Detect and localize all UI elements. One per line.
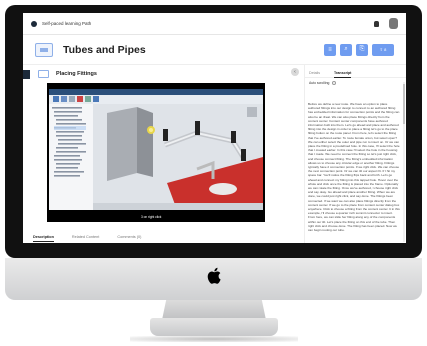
video-lesson-icon <box>38 70 49 78</box>
tab-description[interactable]: Description <box>33 235 54 243</box>
course-icon <box>35 42 53 57</box>
collapse-panel-button[interactable]: ‹ <box>291 68 299 76</box>
side-panel: Details Transcript Auto scrolling Before… <box>304 65 406 243</box>
app-screen: Self-paced learning Path Tubes and Pipes… <box>23 13 406 243</box>
back-icon[interactable] <box>31 20 37 27</box>
autoscroll-label: Auto scrolling <box>309 81 330 85</box>
avatar[interactable] <box>389 18 398 29</box>
video-player[interactable]: 3 on right click <box>47 83 265 222</box>
transcript-text: Before we define a new route. We have an… <box>308 102 400 233</box>
breadcrumb[interactable]: Self-paced learning Path <box>42 21 91 26</box>
tab-related-content[interactable]: Related Content <box>72 235 99 243</box>
top-bar: Self-paced learning Path <box>23 13 406 35</box>
tab-comments[interactable]: Comments (0) <box>117 235 141 243</box>
notification-bell-icon[interactable] <box>374 20 379 27</box>
info-icon <box>332 81 337 85</box>
lesson-marker <box>23 69 30 79</box>
lesson-row: Placing Fittings <box>23 65 293 83</box>
tab-details[interactable]: Details <box>309 71 320 77</box>
lesson-title: Placing Fittings <box>56 71 97 77</box>
tab-transcript[interactable]: Transcript <box>334 71 352 78</box>
video-caption: 3 on right click <box>139 215 164 219</box>
course-header: Tubes and Pipes ≡ ⌕ ⎘ ⇪ 8 <box>23 35 406 65</box>
cad-screenshot <box>47 83 265 222</box>
scrollbar-thumb[interactable] <box>403 84 405 124</box>
apple-logo-icon <box>207 267 221 284</box>
stand-foot <box>150 318 278 336</box>
menu-button[interactable]: ≡ <box>324 43 336 56</box>
content-tabs: Description Related Content Comments (0) <box>33 235 141 243</box>
search-button[interactable]: ⌕ <box>340 43 352 56</box>
stand-neck <box>162 300 266 320</box>
imac-frame: Self-paced learning Path Tubes and Pipes… <box>0 0 427 346</box>
page-title: Tubes and Pipes <box>63 43 146 56</box>
stand-shadow <box>130 336 298 342</box>
copy-button[interactable]: ⎘ <box>356 43 368 56</box>
share-button[interactable]: ⇪ 8 <box>372 43 394 56</box>
autoscroll-toggle[interactable]: Auto scrolling <box>305 78 406 88</box>
transcript-scrollbar[interactable] <box>403 82 405 242</box>
